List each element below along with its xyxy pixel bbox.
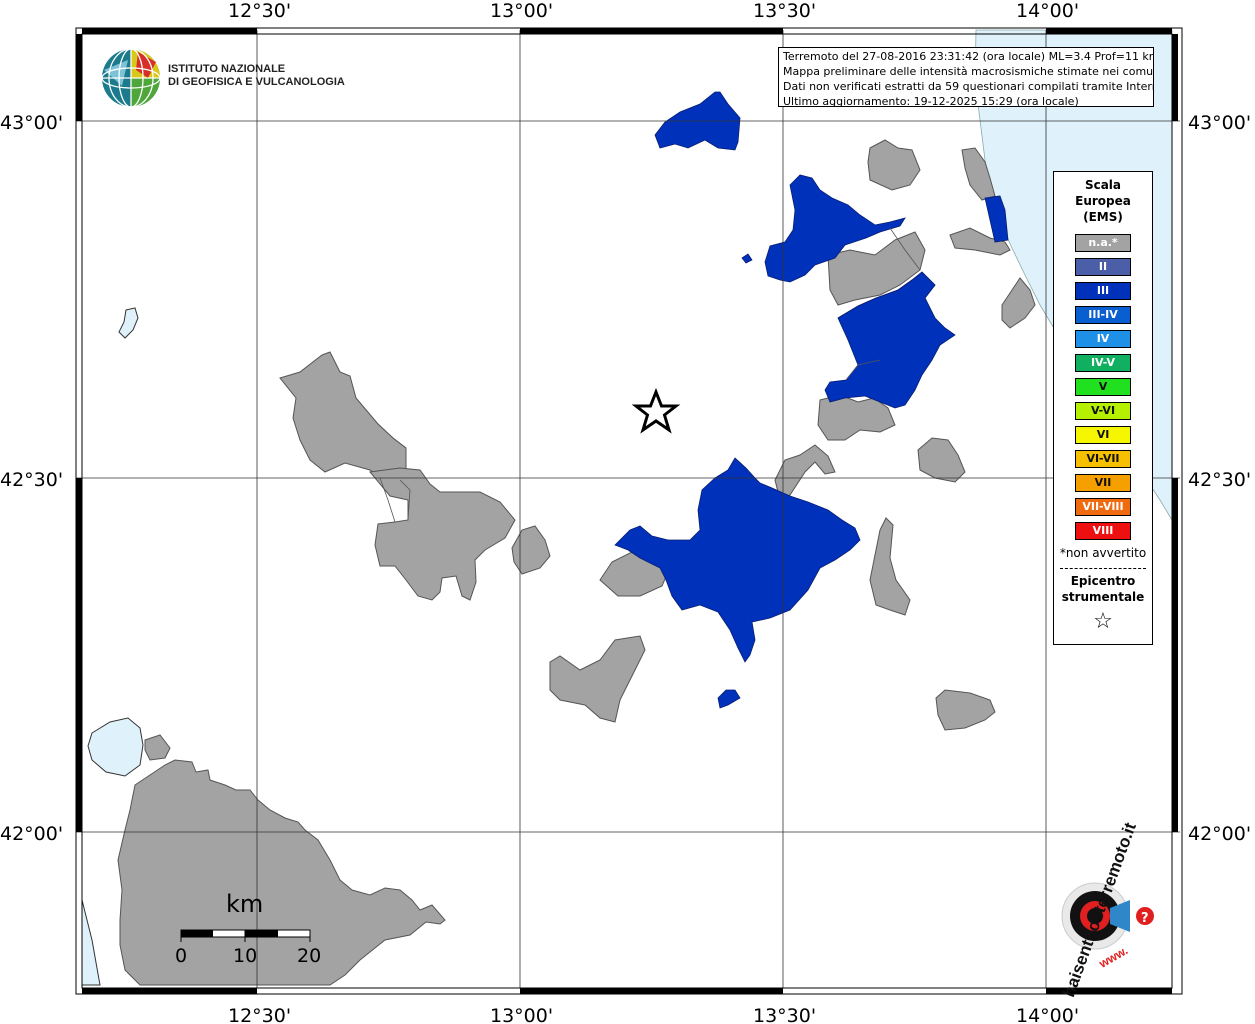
legend-title-line: (EMS)	[1083, 210, 1123, 224]
legend-item: V-VI	[1075, 402, 1131, 420]
legend-item: III-IV	[1075, 306, 1131, 324]
lon-tick-top: 13°30'	[753, 0, 816, 22]
legend-item: VII-VIII	[1075, 498, 1131, 516]
legend-item: IV-V	[1075, 354, 1131, 372]
legend-item: n.a.*	[1075, 234, 1131, 252]
legend-title-line: Europea	[1075, 194, 1131, 208]
info-line: Ultimo aggiornamento: 19-12-2025 15:29 (…	[783, 95, 1079, 107]
scale-label: 0	[175, 945, 188, 967]
lat-tick-right: 42°30'	[1188, 469, 1251, 491]
legend-star-icon: ☆	[1093, 609, 1113, 634]
lon-tick-bottom: 13°00'	[490, 1005, 553, 1024]
lon-tick-top: 13°00'	[490, 0, 553, 22]
legend-item: VII	[1075, 474, 1131, 492]
legend-divider	[1060, 568, 1146, 569]
intensity-iii-areas	[614, 91, 1009, 709]
legend-item: V	[1075, 378, 1131, 396]
logo-line: DI GEOFISICA E VULCANOLOGIA	[168, 76, 345, 88]
tyrrhenian-sea	[81, 899, 101, 986]
legend-title-line: Scala	[1084, 178, 1122, 192]
scale-label: 10	[233, 945, 258, 967]
lon-tick-bottom: 12°30'	[228, 1005, 291, 1024]
info-line: Mappa preliminare delle intensità macros…	[783, 65, 1154, 78]
lon-tick-top: 14°00'	[1016, 0, 1079, 22]
lat-tick-left: 42°30'	[0, 469, 63, 491]
ingv-logo-icon	[101, 48, 161, 108]
lat-tick-left: 42°00'	[0, 823, 63, 845]
legend-epicenter-label: Epicentro strumentale	[1054, 573, 1152, 605]
legend-item: IV	[1075, 330, 1131, 348]
legend-note: *non avvertito	[1059, 546, 1147, 560]
legend-epicenter-line: strumentale	[1061, 590, 1145, 604]
lat-tick-right: 43°00'	[1188, 112, 1251, 134]
legend-item: II	[1075, 258, 1131, 276]
info-line: Terremoto del 27-08-2016 23:31:42 (ora l…	[783, 50, 1154, 63]
scale-unit: km	[226, 890, 264, 918]
epicenter-star-icon	[631, 387, 681, 434]
lake-bolsena	[87, 717, 144, 777]
lon-tick-top: 12°30'	[228, 0, 291, 22]
lat-tick-left: 43°00'	[0, 112, 63, 134]
info-line: Dati non verificati estratti da 59 quest…	[783, 80, 1154, 93]
lon-tick-bottom: 14°00'	[1016, 1005, 1079, 1024]
legend-items: n.a.* II III III-IV IV IV-V V V-VI VI VI-VII VII VI…	[1054, 234, 1152, 540]
legend-item: III	[1075, 282, 1131, 300]
legend: Scala Europea (EMS) n.a.* II III III-IV IV IV…	[1053, 171, 1153, 645]
legend-item: VI	[1075, 426, 1131, 444]
small-lake	[118, 307, 139, 339]
not-felt-areas	[117, 139, 1036, 986]
ingv-logo-text: ISTITUTO NAZIONALE DI GEOFISICA E VULCAN…	[168, 63, 345, 89]
legend-item: VIII	[1075, 522, 1131, 540]
lon-tick-bottom: 13°30'	[753, 1005, 816, 1024]
legend-epicenter-line: Epicentro	[1070, 574, 1136, 588]
scale-label: 20	[297, 945, 322, 967]
legend-item: VI-VII	[1075, 450, 1131, 468]
earthquake-info-box: Terremoto del 27-08-2016 23:31:42 (ora l…	[778, 47, 1154, 107]
logo-line: ISTITUTO NAZIONALE	[168, 63, 286, 75]
legend-title: Scala Europea (EMS)	[1054, 177, 1152, 225]
lat-tick-right: 42°00'	[1188, 823, 1251, 845]
svg-text:?: ?	[1141, 911, 1149, 926]
